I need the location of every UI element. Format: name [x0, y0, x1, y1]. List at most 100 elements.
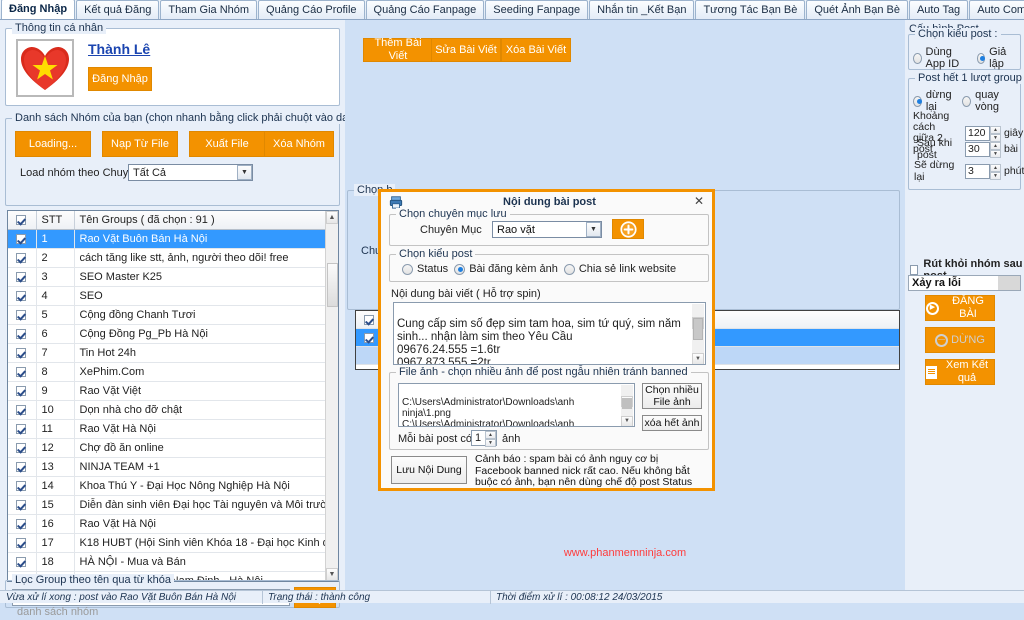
table-row[interactable]: 13 NINJA TEAM +1 — [8, 457, 326, 477]
row-checkbox-cell[interactable] — [8, 381, 37, 401]
clear-images-button[interactable]: xóa hết ảnh — [642, 415, 702, 431]
radio-quay-v-ng[interactable]: quay vòng — [962, 89, 1014, 113]
row-checkbox[interactable] — [16, 442, 27, 453]
row-checkbox[interactable] — [16, 366, 27, 377]
row-checkbox[interactable] — [16, 290, 27, 301]
table-row[interactable]: 5 Cộng đồng Chanh Tươi — [8, 305, 326, 325]
tab-6[interactable]: Nhắn tin _Kết Bạn — [589, 0, 695, 19]
tab-7[interactable]: Tương Tác Bạn Bè — [695, 0, 806, 19]
select-all-checkbox[interactable] — [16, 214, 27, 225]
tab-10[interactable]: Auto Comment — [969, 0, 1024, 19]
row-checkbox[interactable] — [16, 499, 27, 510]
delete-post-button[interactable]: Xóa Bài Viết — [501, 38, 571, 62]
row-checkbox-cell[interactable] — [8, 419, 37, 439]
radio-b-i-ng-k-m-nh[interactable]: Bài đăng kèm ảnh — [454, 263, 558, 275]
tab-9[interactable]: Auto Tag — [908, 0, 969, 19]
save-content-button[interactable]: Lưu Nội Dung — [391, 456, 467, 484]
stepper-up-icon[interactable]: ▲ — [990, 125, 1001, 134]
loading-button[interactable]: Loading... — [15, 131, 91, 157]
table-row[interactable]: 7 Tin Hot 24h — [8, 343, 326, 363]
row-checkbox[interactable] — [16, 423, 27, 434]
radio-gi-l-p[interactable]: Giả lập — [976, 46, 1014, 70]
row-checkbox[interactable] — [16, 233, 27, 244]
stepper-down-icon[interactable]: ▼ — [990, 171, 1001, 180]
scrollbar-thumb[interactable] — [693, 318, 703, 340]
row-checkbox[interactable] — [16, 328, 27, 339]
stepper-down-icon[interactable]: ▼ — [485, 439, 496, 447]
table-row[interactable]: 6 Cộng Đồng Pg_Pb Hà Nội — [8, 324, 326, 344]
delete-group-button[interactable]: Xóa Nhóm — [264, 131, 334, 157]
edit-post-button[interactable]: Sửa Bài Viết — [431, 38, 501, 62]
choose-images-button[interactable]: Chọn nhiều File ảnh — [642, 383, 702, 409]
table-row[interactable]: 12 Chợ đồ ăn online — [8, 438, 326, 458]
load-category-select[interactable]: Tất Cả ▼ — [128, 164, 253, 181]
scroll-up-icon[interactable]: ▲ — [326, 211, 338, 224]
export-file-button[interactable]: Xuất File — [189, 131, 265, 157]
tab-0[interactable]: Đăng Nhập — [1, 0, 76, 19]
row-checkbox[interactable] — [16, 404, 27, 415]
scroll-down-icon[interactable]: ▼ — [692, 353, 704, 364]
view-results-button[interactable]: Xem Kết quả — [925, 359, 995, 385]
tab-4[interactable]: Quảng Cáo Fanpage — [365, 0, 485, 19]
scroll-down-icon[interactable]: ▼ — [621, 416, 633, 426]
category-select[interactable]: Rao vặt ▼ — [492, 221, 602, 238]
row-checkbox-cell[interactable] — [8, 267, 37, 287]
row-checkbox[interactable] — [16, 537, 27, 548]
select-all-checkbox-bg[interactable] — [364, 315, 374, 326]
row-checkbox[interactable] — [16, 271, 27, 282]
row-checkbox-cell[interactable] — [8, 229, 37, 249]
group-table[interactable]: STT Tên Groups ( đã chọn : 91 ) 1 Rao Vặt… — [7, 210, 339, 582]
images-per-post-stepper[interactable]: 1 ▲ ▼ — [471, 430, 497, 447]
radio-d-ng-app-id[interactable]: Dùng App ID — [913, 46, 971, 70]
stepper-up-icon[interactable]: ▲ — [990, 141, 1001, 150]
table-row[interactable]: 15 Diễn đàn sinh viên Đại học Tài nguyên … — [8, 495, 326, 515]
pause-input[interactable]: 3 — [965, 163, 990, 179]
row-checkbox-cell[interactable] — [8, 457, 37, 477]
group-table-scrollbar[interactable]: ▲ ▼ — [325, 211, 338, 581]
add-category-button[interactable] — [612, 219, 644, 239]
row-checkbox[interactable] — [16, 385, 27, 396]
after-post-input[interactable]: 30 — [965, 141, 990, 157]
table-row[interactable]: 2 cách tăng like stt, ảnh, người theo dõi… — [8, 248, 326, 268]
table-row[interactable]: 16 Rao Vặt Hà Nội — [8, 514, 326, 534]
row-checkbox-cell[interactable] — [8, 343, 37, 363]
row-checkbox[interactable] — [16, 518, 27, 529]
row-checkbox[interactable] — [16, 347, 27, 358]
table-row[interactable]: 14 Khoa Thú Y - Đại Học Nông Nghiệp Hà Nộ… — [8, 476, 326, 496]
tab-8[interactable]: Quét Ảnh Bạn Bè — [806, 0, 908, 19]
tab-3[interactable]: Quảng Cáo Profile — [258, 0, 365, 19]
radio-dot[interactable] — [962, 95, 972, 107]
row-checkbox-cell[interactable] — [8, 438, 37, 458]
tab-2[interactable]: Tham Gia Nhóm — [160, 0, 258, 19]
stepper-down-icon[interactable]: ▼ — [990, 149, 1001, 158]
tab-5[interactable]: Seeding Fanpage — [485, 0, 589, 19]
leave-group-checkbox[interactable] — [910, 265, 919, 275]
table-row[interactable]: 10 Dọn nhà cho đỡ chật — [8, 400, 326, 420]
chevron-down-icon[interactable]: ▼ — [237, 165, 252, 180]
scrollbar-thumb[interactable] — [327, 263, 338, 307]
file-list-scrollbar[interactable]: ▲ ▼ — [621, 385, 633, 426]
row-checkbox[interactable] — [364, 333, 374, 344]
row-checkbox[interactable] — [16, 309, 27, 320]
table-row[interactable]: 8 XePhim.Com — [8, 362, 326, 382]
stepper-up-icon[interactable]: ▲ — [485, 431, 496, 439]
radio-dot[interactable] — [402, 263, 413, 275]
table-row[interactable]: 17 K18 HUBT (Hội Sinh viên Khóa 18 - Đại … — [8, 533, 326, 553]
row-checkbox-cell[interactable] — [8, 286, 37, 306]
radio-dot[interactable] — [563, 263, 575, 275]
table-row[interactable]: 1 Rao Vặt Buôn Bán Hà Nội — [8, 229, 326, 249]
radio-dot[interactable] — [913, 95, 922, 107]
stepper-up-icon[interactable]: ▲ — [990, 163, 1001, 172]
table-row[interactable]: 4 SEO — [8, 286, 326, 306]
row-checkbox[interactable] — [16, 556, 27, 567]
row-checkbox-cell[interactable] — [8, 305, 37, 325]
radio-dot[interactable] — [454, 263, 466, 275]
row-checkbox-cell[interactable] — [8, 552, 37, 572]
row-checkbox[interactable] — [16, 480, 27, 491]
load-from-file-button[interactable]: Nạp Từ File — [102, 131, 178, 157]
add-post-button[interactable]: Thêm Bài Viết — [363, 37, 433, 62]
row-checkbox-cell[interactable] — [8, 495, 37, 515]
start-posting-button[interactable]: ▶ ĐĂNG BÀI — [925, 295, 995, 321]
tab-1[interactable]: Kết quả Đăng — [76, 0, 160, 19]
radio-dot[interactable] — [913, 52, 922, 64]
